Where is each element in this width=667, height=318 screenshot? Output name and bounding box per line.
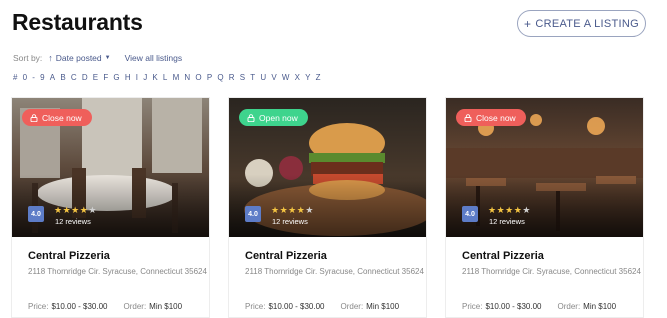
sort-value: Date posted (55, 53, 102, 63)
star-rating: ★★★★★ (54, 205, 97, 216)
alphabet-filter-item[interactable]: L (163, 73, 167, 82)
alphabet-filter-item[interactable]: 9 (40, 73, 44, 82)
rating-badge: 4.0 (245, 206, 261, 222)
listing-address: 2118 Thornridge Cir. Syracuse, Connectic… (245, 267, 424, 276)
alphabet-filter-item[interactable]: I (136, 73, 138, 82)
alphabet-filter-item[interactable]: # (13, 73, 17, 82)
price-label: Price: (462, 302, 483, 311)
star-icon: ★ (488, 205, 497, 215)
review-count[interactable]: 12 reviews (55, 217, 91, 226)
alphabet-filter-item[interactable]: R (229, 73, 235, 82)
alphabet-filter-item[interactable]: G (113, 73, 119, 82)
order-label: Order: (123, 302, 147, 311)
alphabet-filter-item[interactable]: Z (316, 73, 321, 82)
listing-address: 2118 Thornridge Cir. Syracuse, Connectic… (28, 267, 207, 276)
status-badge: Close now (456, 109, 526, 126)
alphabet-filter-item[interactable]: S (240, 73, 245, 82)
listing-meta: Price: $10.00 - $30.00 Order: Min $100 (462, 302, 616, 311)
create-listing-label: CREATE A LISTING (535, 17, 639, 30)
alphabet-filter-item[interactable]: K (152, 73, 157, 82)
listing-name[interactable]: Central Pizzeria (462, 250, 544, 262)
review-count[interactable]: 12 reviews (272, 217, 308, 226)
price-value: $10.00 - $30.00 (485, 302, 542, 311)
alphabet-filter-item[interactable]: A (50, 73, 55, 82)
price-label: Price: (28, 302, 49, 311)
order-value: Min $100 (583, 302, 617, 311)
alphabet-filter-item[interactable]: C (71, 73, 77, 82)
star-icon: ★ (496, 205, 506, 215)
alphabet-filter-item[interactable]: P (207, 73, 212, 82)
rating-badge: 4.0 (462, 206, 478, 222)
alphabet-filter-item[interactable]: H (125, 73, 131, 82)
sort-dropdown[interactable]: ↑ Date posted ▼ (48, 53, 110, 63)
lock-icon (30, 113, 38, 122)
chevron-down-icon: ▼ (104, 55, 111, 61)
alphabet-filter-item[interactable]: X (295, 73, 300, 82)
star-icon: ★ (62, 205, 72, 215)
status-label: Open now (259, 112, 298, 123)
sort-bar: Sort by: ↑ Date posted ▼ View all listin… (13, 53, 182, 63)
plus-icon: + (524, 16, 532, 31)
star-icon: ★ (54, 205, 63, 215)
lock-icon (464, 113, 472, 122)
arrow-up-icon: ↑ (48, 53, 53, 63)
status-badge: Close now (22, 109, 92, 126)
order-value: Min $100 (149, 302, 183, 311)
alphabet-filter-item[interactable]: T (250, 73, 255, 82)
listing-meta: Price: $10.00 - $30.00 Order: Min $100 (245, 302, 399, 311)
alphabet-filter-item[interactable]: O (195, 73, 201, 82)
listing-meta: Price: $10.00 - $30.00 Order: Min $100 (28, 302, 182, 311)
listing-name[interactable]: Central Pizzeria (245, 250, 327, 262)
alphabet-filter-item[interactable]: V (271, 73, 276, 82)
star-icon: ★ (71, 205, 80, 215)
listing-name[interactable]: Central Pizzeria (28, 250, 110, 262)
price-value: $10.00 - $30.00 (51, 302, 108, 311)
create-listing-button[interactable]: + CREATE A LISTING (517, 10, 646, 37)
alphabet-filter-item[interactable]: Q (217, 73, 223, 82)
alphabet-filter-item[interactable]: 0 (23, 73, 27, 82)
order-value: Min $100 (366, 302, 400, 311)
star-rating: ★★★★★ (271, 205, 314, 216)
status-label: Close now (42, 112, 82, 123)
rating-badge: 4.0 (28, 206, 44, 222)
price-value: $10.00 - $30.00 (268, 302, 325, 311)
star-icon: ★ (271, 205, 280, 215)
alphabet-filter-item[interactable]: F (103, 73, 108, 82)
alphabet-filter-item[interactable]: W (282, 73, 290, 82)
order-label: Order: (340, 302, 364, 311)
alphabet-filter-item[interactable]: D (82, 73, 88, 82)
alphabet-filter-item[interactable]: J (143, 73, 147, 82)
listing-address: 2118 Thornridge Cir. Syracuse, Connectic… (462, 267, 641, 276)
alphabet-filter-item[interactable]: M (173, 73, 180, 82)
sort-label: Sort by: (13, 53, 43, 63)
order-label: Order: (557, 302, 581, 311)
alphabet-filter: #0-9 A B C D E F G H I J K L M N O P Q R S T U V W X Y Z (13, 73, 326, 82)
star-icon: ★ (288, 205, 297, 215)
star-icon: ★ (279, 205, 289, 215)
lock-icon (247, 113, 255, 122)
star-icon: ★ (505, 205, 514, 215)
listing-card[interactable]: Open now 4.0 ★★★★★ 12 reviews Central Pi… (228, 97, 427, 318)
page-title: Restaurants (12, 9, 143, 35)
alphabet-filter-item[interactable]: B (60, 73, 65, 82)
alphabet-filter-item[interactable]: N (184, 73, 190, 82)
listing-card[interactable]: Close now 4.0 ★★★★★ 12 reviews Central P… (445, 97, 644, 318)
star-icon: ★ (305, 205, 314, 215)
status-badge: Open now (239, 109, 308, 126)
review-count[interactable]: 12 reviews (489, 217, 525, 226)
price-label: Price: (245, 302, 266, 311)
alphabet-filter-item[interactable]: - (32, 73, 35, 82)
star-rating: ★★★★★ (488, 205, 531, 216)
listing-card[interactable]: Close now 4.0 ★★★★★ 12 reviews Central P… (11, 97, 210, 318)
view-all-listings-link[interactable]: View all listings (125, 53, 182, 63)
alphabet-filter-item[interactable]: E (93, 73, 98, 82)
alphabet-filter-item[interactable]: U (260, 73, 266, 82)
alphabet-filter-item[interactable]: Y (305, 73, 310, 82)
star-icon: ★ (522, 205, 531, 215)
star-icon: ★ (88, 205, 97, 215)
status-label: Close now (476, 112, 516, 123)
